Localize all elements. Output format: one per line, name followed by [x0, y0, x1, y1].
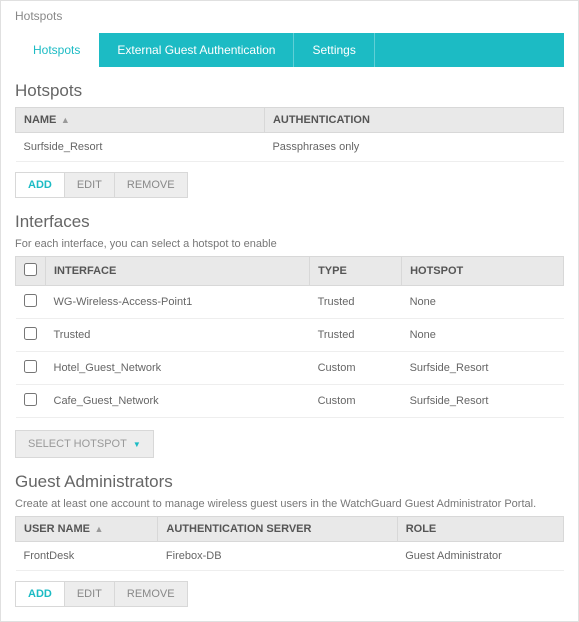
cell-name: Surfside_Resort [16, 133, 265, 162]
table-row[interactable]: Hotel_Guest_Network Custom Surfside_Reso… [16, 352, 564, 385]
select-hotspot-button[interactable]: SELECT HOTSPOT ▼ [15, 430, 154, 458]
col-interface[interactable]: INTERFACE [46, 257, 310, 286]
cell-auth: Passphrases only [264, 133, 563, 162]
cell-hotspot: Surfside_Resort [402, 385, 564, 418]
hotspots-panel: Hotspots Hotspots External Guest Authent… [0, 0, 579, 622]
row-checkbox[interactable] [24, 360, 37, 373]
cell-interface: Cafe_Guest_Network [46, 385, 310, 418]
interfaces-subtitle: For each interface, you can select a hot… [15, 238, 564, 250]
add-button[interactable]: ADD [15, 581, 65, 607]
remove-button[interactable]: REMOVE [115, 581, 188, 607]
edit-button[interactable]: EDIT [65, 581, 115, 607]
tab-bar: Hotspots External Guest Authentication S… [15, 33, 564, 67]
col-auth[interactable]: AUTHENTICATION [264, 108, 563, 133]
cell-hotspot: None [402, 286, 564, 319]
cell-type: Custom [310, 385, 402, 418]
remove-button[interactable]: REMOVE [115, 172, 188, 198]
cell-type: Custom [310, 352, 402, 385]
row-checkbox[interactable] [24, 327, 37, 340]
add-button[interactable]: ADD [15, 172, 65, 198]
cell-interface: Trusted [46, 319, 310, 352]
cell-type: Trusted [310, 286, 402, 319]
interfaces-table: INTERFACE TYPE HOTSPOT WG-Wireless-Acces… [15, 256, 564, 418]
col-name[interactable]: NAME ▲ [16, 108, 265, 133]
tab-hotspots[interactable]: Hotspots [15, 33, 99, 67]
cell-hotspot: Surfside_Resort [402, 352, 564, 385]
guest-admins-table: USER NAME ▲ AUTHENTICATION SERVER ROLE F… [15, 516, 564, 571]
col-select-all[interactable] [16, 257, 46, 286]
row-checkbox[interactable] [24, 393, 37, 406]
guest-admins-subtitle: Create at least one account to manage wi… [15, 498, 564, 510]
page-title: Hotspots [15, 9, 564, 23]
cell-user: FrontDesk [16, 542, 158, 571]
col-role[interactable]: ROLE [397, 517, 563, 542]
row-checkbox[interactable] [24, 294, 37, 307]
cell-role: Guest Administrator [397, 542, 563, 571]
chevron-down-icon: ▼ [133, 440, 141, 449]
cell-auth-server: Firebox-DB [158, 542, 397, 571]
col-type[interactable]: TYPE [310, 257, 402, 286]
tab-external-guest-auth[interactable]: External Guest Authentication [99, 33, 294, 67]
table-row[interactable]: Cafe_Guest_Network Custom Surfside_Resor… [16, 385, 564, 418]
table-row[interactable]: WG-Wireless-Access-Point1 Trusted None [16, 286, 564, 319]
select-all-checkbox[interactable] [24, 263, 37, 276]
hotspots-table: NAME ▲ AUTHENTICATION Surfside_Resort Pa… [15, 107, 564, 162]
col-auth-server[interactable]: AUTHENTICATION SERVER [158, 517, 397, 542]
col-hotspot[interactable]: HOTSPOT [402, 257, 564, 286]
table-row[interactable]: Trusted Trusted None [16, 319, 564, 352]
cell-interface: Hotel_Guest_Network [46, 352, 310, 385]
edit-button[interactable]: EDIT [65, 172, 115, 198]
hotspots-buttons: ADD EDIT REMOVE [15, 172, 564, 198]
interfaces-section-title: Interfaces [15, 212, 564, 232]
hotspots-section-title: Hotspots [15, 81, 564, 101]
col-user[interactable]: USER NAME ▲ [16, 517, 158, 542]
tab-settings[interactable]: Settings [294, 33, 374, 67]
sort-icon: ▲ [58, 115, 69, 125]
cell-type: Trusted [310, 319, 402, 352]
cell-interface: WG-Wireless-Access-Point1 [46, 286, 310, 319]
table-row[interactable]: FrontDesk Firebox-DB Guest Administrator [16, 542, 564, 571]
guest-admins-buttons: ADD EDIT REMOVE [15, 581, 564, 607]
cell-hotspot: None [402, 319, 564, 352]
guest-admins-section-title: Guest Administrators [15, 472, 564, 492]
select-hotspot-label: SELECT HOTSPOT [28, 438, 127, 450]
table-row[interactable]: Surfside_Resort Passphrases only [16, 133, 564, 162]
